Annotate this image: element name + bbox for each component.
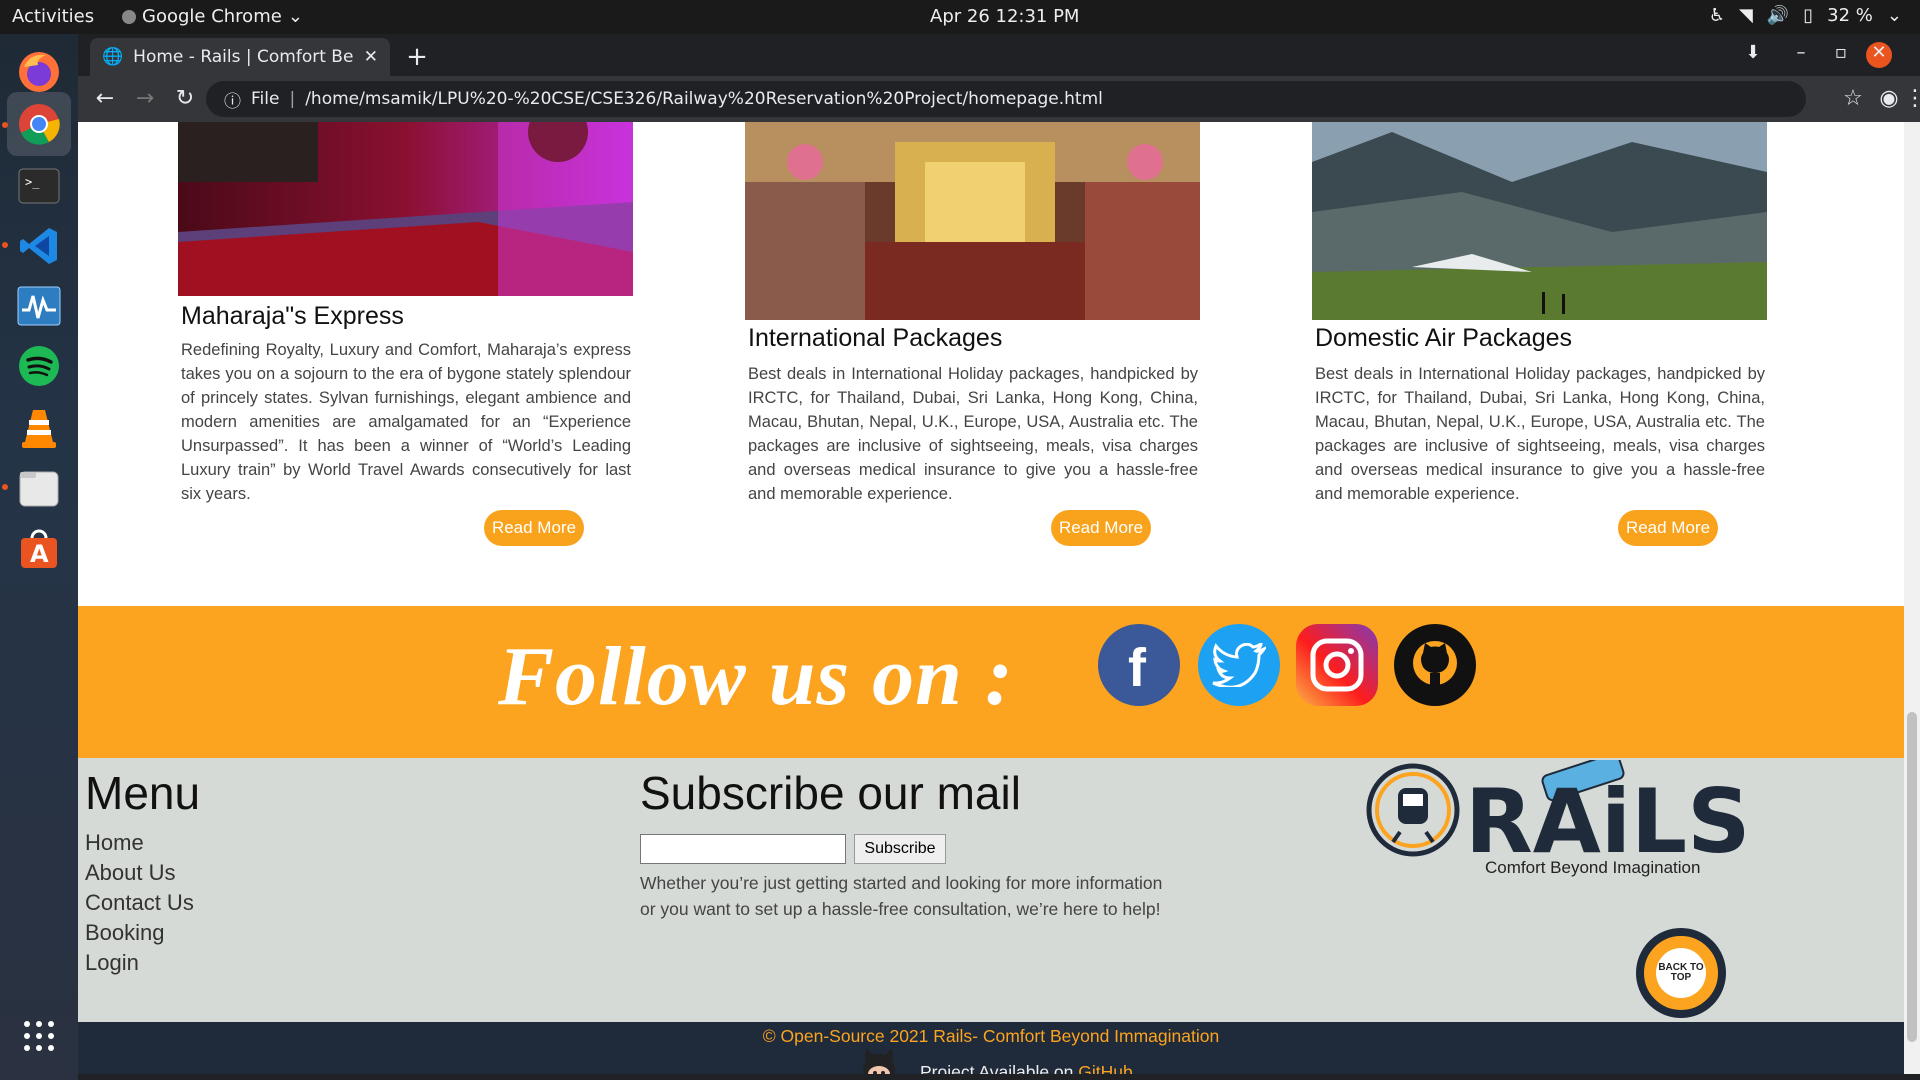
volume-icon: 🔊 <box>1766 5 1790 26</box>
back-to-top-button[interactable]: BACK TO TOP <box>1636 928 1726 1018</box>
dock: >_ A <box>0 34 78 1080</box>
rails-logo: RAiLS Comfort Beyond Imagination <box>1365 752 1755 890</box>
follow-heading: Follow us on : <box>498 630 1014 723</box>
back-arrow-icon[interactable]: ← <box>90 84 120 114</box>
app-menu[interactable]: Google Chrome ⌄ <box>122 6 303 27</box>
footer-link-about[interactable]: About Us <box>85 860 176 886</box>
system-tray[interactable]: ♿ ◥ 🔊 ▯ 32 % ⌄ <box>1709 5 1902 26</box>
chevron-down-icon: ⌄ <box>287 6 303 27</box>
follow-us-section: Follow us on : f <box>78 606 1904 758</box>
octocat-icon <box>854 1046 904 1074</box>
minimize-button[interactable]: – <box>1786 42 1816 68</box>
reload-icon[interactable]: ↻ <box>170 84 200 114</box>
twitter-icon[interactable] <box>1198 624 1280 706</box>
spotify-icon[interactable] <box>7 334 71 398</box>
new-tab-button[interactable]: + <box>402 42 432 72</box>
browser-window: 🌐 Home - Rails | Comfort Be ✕ + ⬇ – ▫ ✕ … <box>78 34 1920 1080</box>
running-indicator <box>2 242 8 248</box>
github-link[interactable]: GitHub <box>1078 1062 1132 1074</box>
globe-icon: 🌐 <box>102 47 124 67</box>
url-scheme: File <box>251 89 280 109</box>
card-image <box>1312 122 1767 320</box>
tab-active[interactable]: 🌐 Home - Rails | Comfort Be ✕ <box>90 38 390 76</box>
card-title: Domestic Air Packages <box>1315 324 1573 352</box>
battery-icon: ▯ <box>1803 5 1814 26</box>
card-description: Redefining Royalty, Luxury and Comfort, … <box>181 341 631 503</box>
chrome-app-icon <box>122 9 136 24</box>
svg-text:>_: >_ <box>25 175 40 189</box>
back-to-top-label: BACK TO TOP <box>1656 948 1706 998</box>
close-window-button[interactable]: ✕ <box>1866 42 1892 68</box>
running-indicator <box>2 122 8 128</box>
github-icon[interactable] <box>1394 624 1476 706</box>
footer-link-home[interactable]: Home <box>85 830 144 856</box>
card-description: Best deals in International Holiday pack… <box>1315 365 1765 503</box>
wifi-icon: ◥ <box>1739 5 1753 26</box>
read-more-button[interactable]: Read More <box>1618 510 1718 546</box>
page-viewport: Maharaja"s Express Redefining Royalty, L… <box>78 122 1920 1074</box>
address-bar[interactable]: ⓘ File | /home/msamik/LPU%20-%20CSE/CSE3… <box>206 81 1806 117</box>
facebook-icon[interactable]: f <box>1098 624 1180 706</box>
logo-tagline: Comfort Beyond Imagination <box>1485 858 1701 877</box>
subscribe-description: Whether you’re just getting started and … <box>640 873 1163 919</box>
footer-link-login[interactable]: Login <box>85 950 139 976</box>
svg-text:f: f <box>1128 638 1147 698</box>
divider: | <box>289 89 296 109</box>
page-scrollbar[interactable] <box>1904 122 1920 1074</box>
copyright-bar: © Open-Source 2021 Rails- Comfort Beyond… <box>78 1022 1904 1074</box>
terminal-icon[interactable]: >_ <box>7 154 71 218</box>
url-text[interactable]: /home/msamik/LPU%20-%20CSE/CSE326/Railwa… <box>305 89 1103 109</box>
card-title: Maharaja"s Express <box>181 302 404 330</box>
project-availability: Project Available on GitHub <box>920 1062 1133 1074</box>
chrome-icon[interactable] <box>7 92 71 156</box>
system-top-bar: Activities Google Chrome ⌄ Apr 26 12:31 … <box>0 0 1920 34</box>
running-indicator <box>2 484 8 490</box>
scrollbar-thumb[interactable] <box>1907 712 1917 1042</box>
kebab-menu-icon[interactable]: ⋮ <box>1900 84 1920 114</box>
card-title: International Packages <box>748 324 1003 352</box>
bookmark-star-icon[interactable]: ☆ <box>1838 84 1868 114</box>
forward-arrow-icon[interactable]: → <box>130 84 160 114</box>
menu-title: Menu <box>85 767 201 819</box>
software-store-icon[interactable]: A <box>7 516 71 580</box>
tab-strip: 🌐 Home - Rails | Comfort Be ✕ + ⬇ – ▫ ✕ <box>78 34 1920 76</box>
tab-search-icon[interactable]: ⬇ <box>1738 42 1768 68</box>
project-prefix: Project Available on <box>920 1062 1079 1074</box>
card-image <box>178 122 633 296</box>
clock[interactable]: Apr 26 12:31 PM <box>930 6 1079 27</box>
footer-link-booking[interactable]: Booking <box>85 920 165 946</box>
chevron-down-icon: ⌄ <box>1886 5 1902 26</box>
battery-level: 32 % <box>1827 5 1873 26</box>
copyright-text: © Open-Source 2021 Rails- Comfort Beyond… <box>762 1026 1220 1046</box>
read-more-button[interactable]: Read More <box>484 510 584 546</box>
close-tab-icon[interactable]: ✕ <box>364 47 378 67</box>
email-input[interactable] <box>640 834 846 864</box>
instagram-icon[interactable] <box>1296 624 1378 706</box>
card-image <box>745 122 1200 320</box>
app-name: Google Chrome <box>142 6 282 27</box>
browser-toolbar: ← → ↻ ⓘ File | /home/msamik/LPU%20-%20CS… <box>78 76 1920 122</box>
vlc-icon[interactable] <box>7 396 71 460</box>
tab-title: Home - Rails | Comfort Be <box>133 47 354 67</box>
files-icon[interactable] <box>7 456 71 520</box>
read-more-button[interactable]: Read More <box>1051 510 1151 546</box>
card-description: Best deals in International Holiday pack… <box>748 365 1198 503</box>
accessibility-icon[interactable]: ♿ <box>1709 5 1725 26</box>
subscribe-button[interactable]: Subscribe <box>854 834 946 864</box>
activities-button[interactable]: Activities <box>12 6 94 27</box>
subscribe-title: Subscribe our mail <box>640 767 1021 819</box>
restore-button[interactable]: ▫ <box>1826 42 1856 68</box>
show-apps-grid-icon[interactable] <box>7 1004 71 1068</box>
info-icon[interactable]: ⓘ <box>224 87 241 112</box>
svg-text:A: A <box>30 540 49 568</box>
vscode-icon[interactable] <box>7 214 71 278</box>
footer-link-contact[interactable]: Contact Us <box>85 890 194 916</box>
site-footer: Menu Home About Us Contact Us Booking Lo… <box>78 752 1904 1022</box>
logo-wordmark: RAiLS <box>1465 770 1750 860</box>
system-monitor-icon[interactable] <box>7 274 71 338</box>
